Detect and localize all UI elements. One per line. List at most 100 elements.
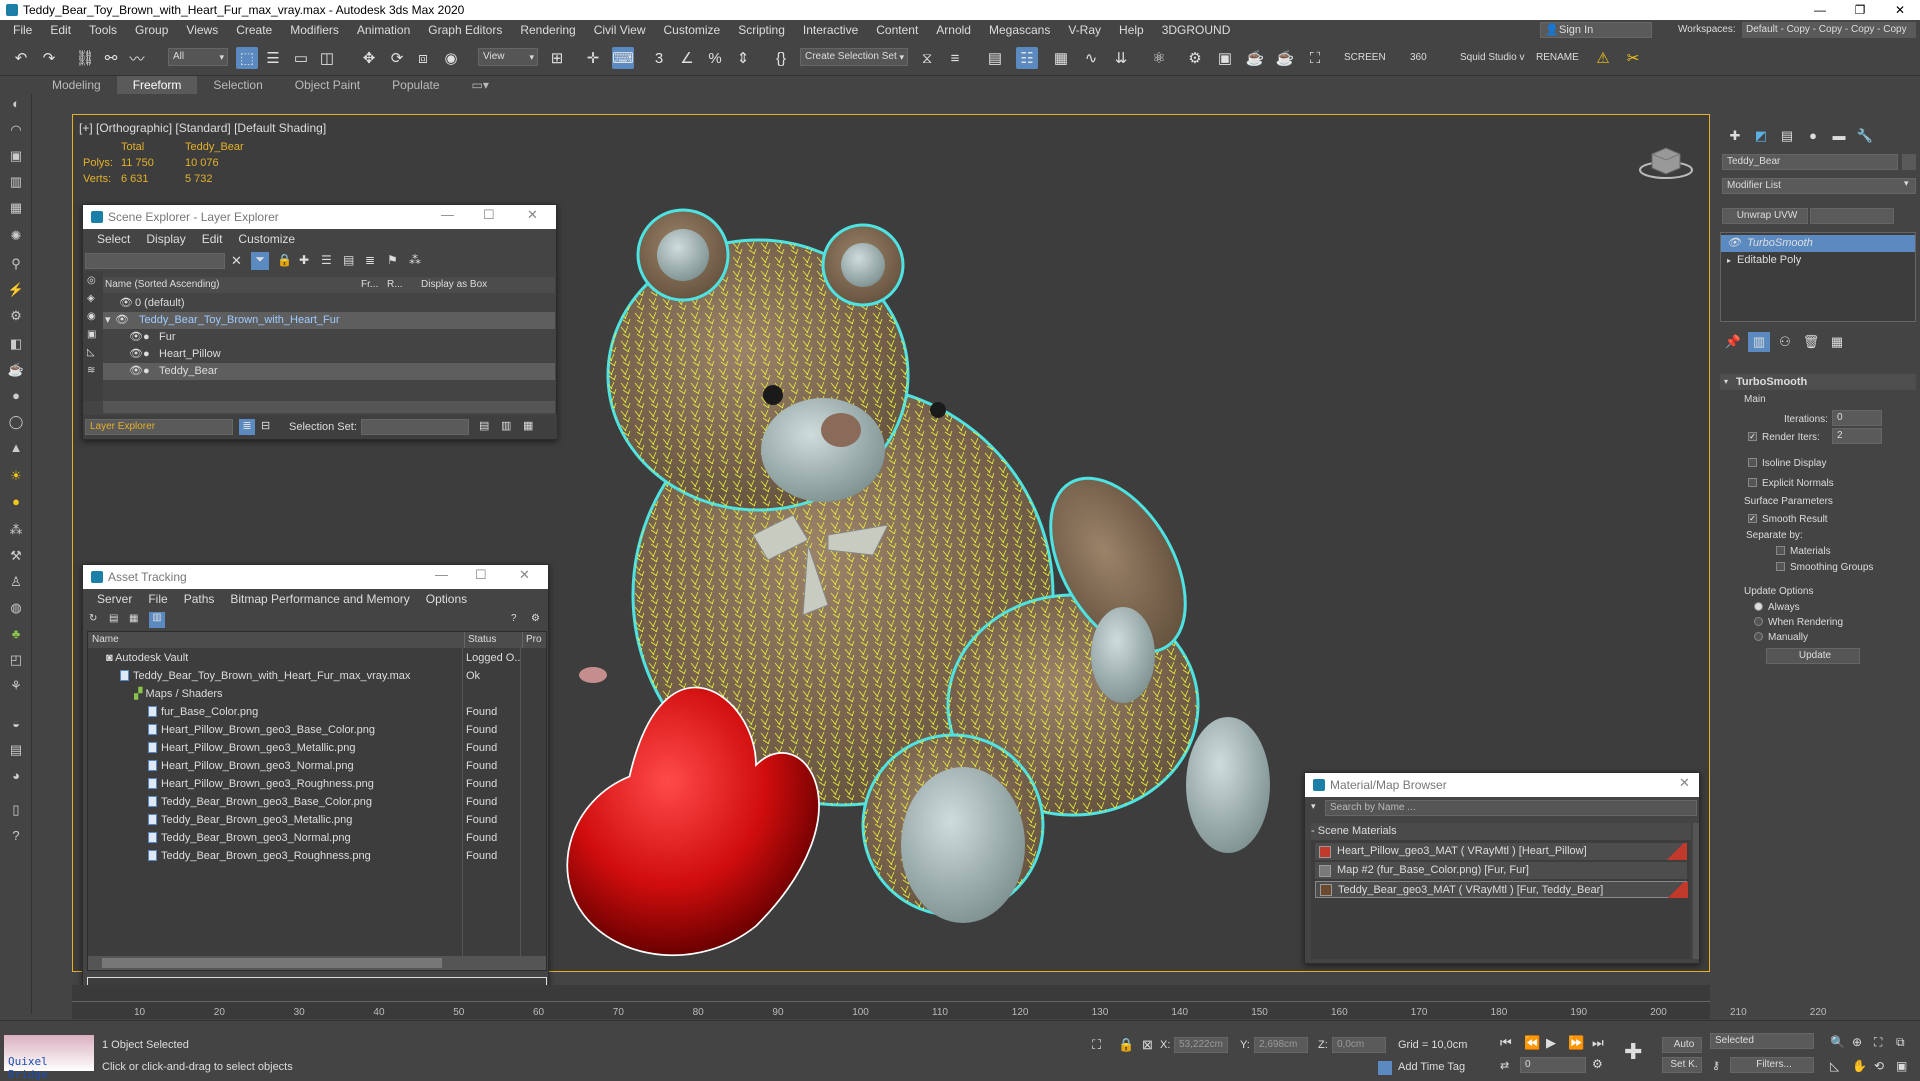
sort-objects-icon[interactable]: ◎ xyxy=(87,275,96,286)
globe-icon[interactable]: ◍ xyxy=(6,598,26,618)
stack-item-editable-poly[interactable]: ▸ Editable Poly xyxy=(1721,252,1915,269)
col-frozen[interactable]: Fr... xyxy=(361,277,378,293)
absolute-mode-icon[interactable]: ⊠ xyxy=(1142,1037,1153,1053)
redo-icon[interactable]: ↷ xyxy=(38,47,60,69)
explorer-type-dropdown[interactable]: Layer Explorer xyxy=(85,419,233,435)
key-mode-icon[interactable]: ⇄ xyxy=(1500,1059,1509,1072)
menu-animation[interactable]: Animation xyxy=(348,23,419,37)
render-activeshade-icon[interactable]: ⛶ xyxy=(1304,47,1326,69)
object-row[interactable]: 👁 ● Heart_Pillow xyxy=(103,346,555,363)
add-time-tag-button[interactable]: Add Time Tag xyxy=(1398,1061,1465,1073)
scene-search-input[interactable] xyxy=(85,253,225,269)
table-row[interactable]: Teddy_Bear_Brown_geo3_Roughness.png xyxy=(148,847,371,865)
menu-server[interactable]: Server xyxy=(89,592,140,606)
unwrap-uvw-button[interactable]: Unwrap UVW xyxy=(1722,208,1808,224)
align-icon[interactable]: ≡ xyxy=(944,47,966,69)
set-key-button[interactable]: Set K. xyxy=(1662,1057,1702,1073)
sign-in-dropdown[interactable]: 👤 Sign In xyxy=(1540,22,1652,38)
scene-states-icon[interactable]: ▤ xyxy=(6,740,26,760)
select-by-name-icon[interactable]: ☰ xyxy=(262,47,284,69)
zoom-extents-all-icon[interactable]: ⧉ xyxy=(1896,1035,1905,1050)
zoom-all-icon[interactable]: ⊕ xyxy=(1852,1035,1862,1049)
turbosmooth-rollout-header[interactable]: ▾ TurboSmooth xyxy=(1720,374,1916,390)
material-browser-titlebar[interactable]: Material/Map Browser ✕ xyxy=(1305,773,1699,797)
tab-freeform[interactable]: Freeform xyxy=(116,76,198,94)
maximize-icon[interactable]: ☐ xyxy=(475,567,487,583)
table-row[interactable]: Teddy_Bear_Brown_geo3_Base_Color.png xyxy=(148,793,372,811)
viewcube[interactable] xyxy=(1638,140,1694,180)
table-row[interactable]: Heart_Pillow_Brown_geo3_Metallic.png xyxy=(148,739,355,757)
scene-materials-group[interactable]: - Scene Materials xyxy=(1311,823,1691,840)
rename-button[interactable]: RENAME xyxy=(1536,52,1579,63)
workspace-dropdown[interactable]: Default - Copy - Copy - Copy - Copy xyxy=(1742,22,1916,38)
options-icon[interactable]: ▦ xyxy=(523,419,533,432)
col-renderable[interactable]: R... xyxy=(387,277,403,293)
menu-options[interactable]: Options xyxy=(418,592,475,606)
spacewarp-icon[interactable]: ⚡ xyxy=(6,280,26,300)
toggle-layer-explorer-icon[interactable]: ☷ xyxy=(1016,47,1038,69)
update-button[interactable]: Update xyxy=(1766,648,1860,664)
menu-file[interactable]: File xyxy=(140,592,175,606)
tab-selection[interactable]: Selection xyxy=(197,76,278,94)
zoom-icon[interactable]: 🔍 xyxy=(1830,1035,1845,1049)
layer-row[interactable]: 👁 0 (default) xyxy=(103,295,555,312)
hierarchy-panel-icon[interactable]: ▤ xyxy=(1776,126,1798,146)
selected-dropdown[interactable]: Selected xyxy=(1710,1033,1814,1049)
z-coordinate-field[interactable]: 0,0cm xyxy=(1332,1037,1386,1053)
helper-icon[interactable]: ⚲ xyxy=(6,254,26,274)
show-end-result-icon[interactable]: ▥ xyxy=(1748,332,1770,352)
play-icon[interactable]: ▶ xyxy=(1546,1035,1556,1051)
modify-panel-icon[interactable]: ◩ xyxy=(1750,126,1772,146)
isoline-display-checkbox[interactable] xyxy=(1748,458,1757,467)
tree-icon[interactable]: ♣ xyxy=(6,624,26,644)
table-row[interactable]: ◙ Autodesk Vault xyxy=(106,649,188,667)
filter-icon[interactable]: ⏷ xyxy=(251,252,269,270)
select-object-icon[interactable]: ⬚ xyxy=(236,47,258,69)
select-manipulate-icon[interactable]: ✛ xyxy=(582,47,604,69)
vray-icon[interactable]: ◒ xyxy=(6,714,26,734)
selection-set-dropdown[interactable] xyxy=(361,419,469,435)
hierarchy-icon[interactable]: ⊟ xyxy=(261,419,270,432)
sphere-icon[interactable]: ● xyxy=(6,386,26,406)
clear-search-icon[interactable]: ✕ xyxy=(231,253,242,269)
render-setup-icon[interactable]: ⚙ xyxy=(1184,47,1206,69)
menu-vray[interactable]: V-Ray xyxy=(1059,23,1110,37)
sort-hierarchy-icon[interactable]: ◉ xyxy=(87,311,96,322)
eye-icon[interactable]: 👁 xyxy=(119,295,133,312)
minimize-icon[interactable]: — xyxy=(441,207,454,222)
system-icon[interactable]: ⚙ xyxy=(6,306,26,326)
render-iters-checkbox[interactable]: ✓ xyxy=(1748,432,1757,441)
configure-modifier-sets-icon[interactable]: ▦ xyxy=(1826,332,1848,352)
object-name-field[interactable]: Teddy_Bear xyxy=(1722,154,1898,170)
minimize-icon[interactable]: — xyxy=(435,567,448,582)
menu-group[interactable]: Group xyxy=(126,23,177,37)
col-name[interactable]: Name xyxy=(92,632,119,648)
pan-icon[interactable]: ✋ xyxy=(1852,1059,1867,1073)
remove-modifier-icon[interactable]: 🗑 xyxy=(1800,332,1822,352)
isolate-icon[interactable]: ⛶ xyxy=(1092,1037,1101,1053)
menu-select[interactable]: Select xyxy=(89,232,138,246)
link-icon[interactable]: ⛓ xyxy=(74,47,96,69)
layer-stack-icon[interactable]: ☰ xyxy=(321,253,332,267)
sync-icon[interactable]: ⁂ xyxy=(409,253,421,267)
options-dropdown-icon[interactable]: ▾ xyxy=(1311,801,1316,812)
menu-customize[interactable]: Customize xyxy=(655,23,730,37)
table-row[interactable]: Heart_Pillow_Brown_geo3_Roughness.png xyxy=(148,775,374,793)
motion-panel-icon[interactable]: ● xyxy=(1802,126,1824,146)
menu-arnold[interactable]: Arnold xyxy=(927,23,980,37)
toggle-scene-explorer-icon[interactable]: ▤ xyxy=(984,47,1006,69)
menu-graph-editors[interactable]: Graph Editors xyxy=(419,23,511,37)
col-proxy[interactable]: Pro xyxy=(522,632,542,648)
next-frame-icon[interactable]: ⏩ xyxy=(1568,1035,1584,1051)
make-unique-icon[interactable]: ⚇ xyxy=(1774,332,1796,352)
light-icon[interactable]: ✺ xyxy=(6,226,26,246)
spinner-snap-icon[interactable]: ⇕ xyxy=(732,47,754,69)
list-item[interactable]: Map #2 (fur_Base_Color.png) [Fur, Fur] xyxy=(1315,862,1687,879)
help-icon[interactable]: ? xyxy=(511,613,517,624)
tab-populate[interactable]: Populate xyxy=(376,76,455,94)
table-row[interactable]: Teddy_Bear_Brown_geo3_Normal.png xyxy=(148,829,351,847)
menu-content[interactable]: Content xyxy=(867,23,927,37)
object-color-swatch[interactable] xyxy=(1902,154,1916,170)
arnold-icon[interactable]: ◕ xyxy=(6,766,26,786)
asset-tracking-titlebar[interactable]: Asset Tracking — ☐ ✕ xyxy=(83,565,548,589)
